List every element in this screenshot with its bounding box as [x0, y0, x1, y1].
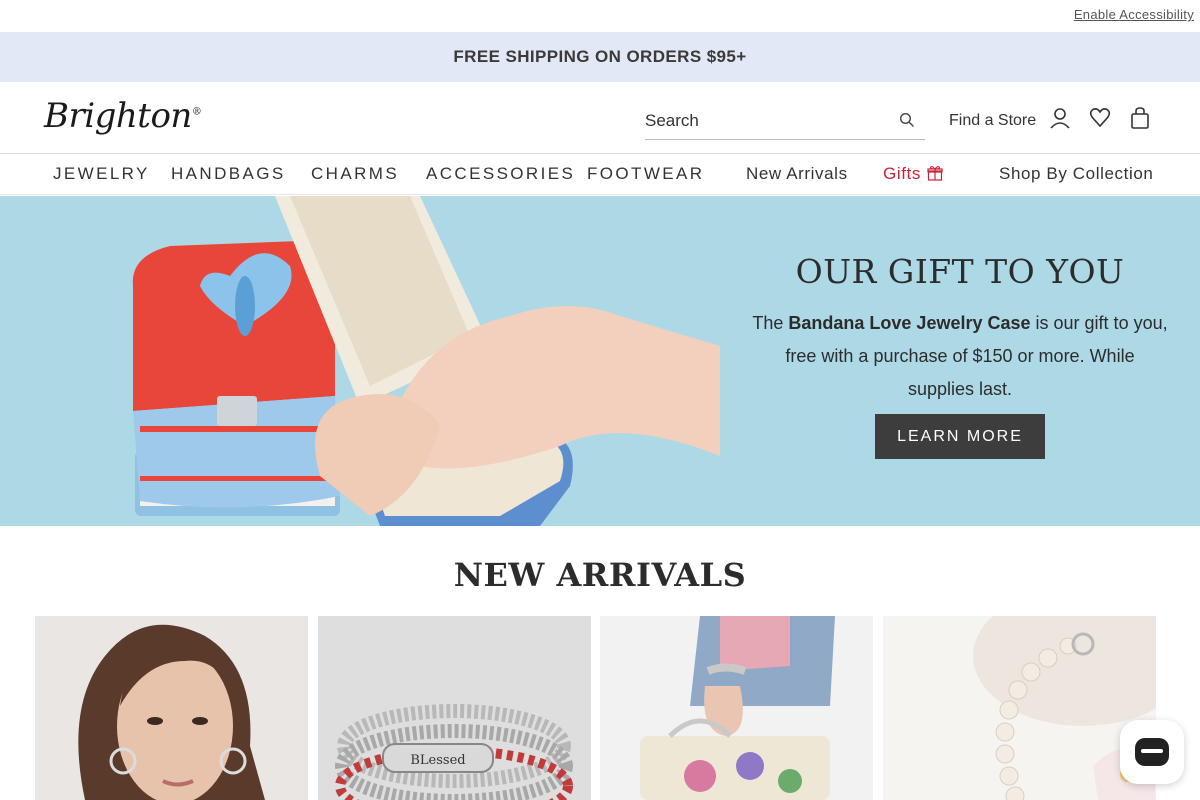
learn-more-button[interactable]: LEARN MORE: [875, 414, 1045, 459]
nav-gifts[interactable]: Gifts: [883, 164, 943, 184]
site-header: Brighton® Find a Store: [0, 82, 1200, 154]
logo-registered-mark: ®: [191, 106, 202, 118]
hero-text-prefix: The: [752, 313, 789, 333]
nav-shop-by-collection[interactable]: Shop By Collection: [999, 164, 1153, 184]
utility-bar: Enable Accessibility: [0, 0, 1200, 32]
nav-gifts-label: Gifts: [883, 164, 921, 183]
hero-title: OUR GIFT TO YOU: [795, 252, 1125, 291]
brighton-logo[interactable]: Brighton®: [44, 96, 202, 136]
product-pearl-bracelet-image[interactable]: [883, 616, 1156, 800]
nav-accessories[interactable]: ACCESSORIES: [426, 164, 575, 184]
nav-footwear[interactable]: FOOTWEAR: [587, 164, 704, 184]
account-icon[interactable]: [1049, 106, 1071, 130]
find-a-store-link[interactable]: Find a Store: [949, 112, 1036, 130]
bracelet-engraving-text: BLessed: [410, 753, 465, 768]
search-input[interactable]: [645, 104, 885, 138]
nav-charms[interactable]: CHARMS: [311, 164, 399, 184]
chat-bubble-icon: [1135, 738, 1169, 766]
nav-jewelry[interactable]: JEWELRY: [53, 164, 150, 184]
hero-banner: OUR GIFT TO YOU The Bandana Love Jewelry…: [0, 196, 1200, 526]
promo-banner[interactable]: FREE SHIPPING ON ORDERS $95+: [0, 32, 1200, 82]
hero-text-product: Bandana Love Jewelry Case: [788, 313, 1031, 333]
search-icon[interactable]: [899, 112, 915, 128]
hero-jewelry-case-image[interactable]: [0, 196, 720, 526]
main-navigation: JEWELRY HANDBAGS CHARMS ACCESSORIES FOOT…: [0, 154, 1200, 195]
enable-accessibility-link[interactable]: Enable Accessibility: [1074, 7, 1194, 22]
new-arrivals-carousel: BLessed: [35, 616, 1156, 800]
nav-new-arrivals[interactable]: New Arrivals: [746, 164, 848, 184]
logo-text: Brighton: [44, 96, 192, 136]
gift-icon: [927, 165, 943, 181]
product-hoop-earrings-model-image[interactable]: [35, 616, 308, 800]
hero-description: The Bandana Love Jewelry Case is our gif…: [750, 307, 1170, 406]
hero-copy: OUR GIFT TO YOU The Bandana Love Jewelry…: [750, 252, 1170, 459]
nav-handbags[interactable]: HANDBAGS: [171, 164, 286, 184]
product-blessed-bracelet-stack-image[interactable]: BLessed: [318, 616, 591, 800]
new-arrivals-title: NEW ARRIVALS: [453, 556, 747, 594]
shopping-bag-icon[interactable]: [1129, 106, 1151, 130]
wishlist-heart-icon[interactable]: [1089, 106, 1111, 130]
chat-launcher-button[interactable]: [1120, 720, 1184, 784]
promo-text: FREE SHIPPING ON ORDERS $95+: [453, 47, 747, 66]
product-card[interactable]: BLessed: [318, 616, 591, 800]
product-card[interactable]: [35, 616, 308, 800]
product-handbag-bangle-image[interactable]: [600, 616, 873, 800]
product-card[interactable]: [883, 616, 1156, 800]
search-box[interactable]: [645, 104, 925, 140]
product-card[interactable]: [600, 616, 873, 800]
